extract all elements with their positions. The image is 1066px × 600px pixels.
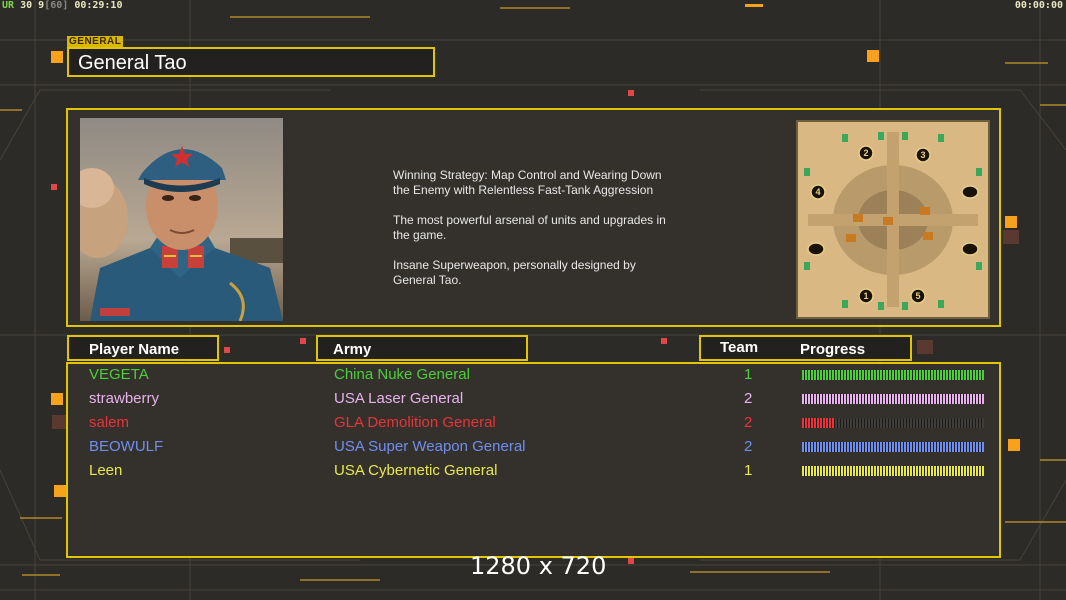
- player-name: salem: [89, 414, 130, 431]
- general-portrait: [80, 118, 283, 321]
- minimap-start-3: 3: [920, 150, 925, 160]
- player-progress-bar: [802, 466, 984, 476]
- minimap-start-2: 2: [863, 148, 868, 158]
- player-army: USA Super Weapon General: [334, 438, 526, 455]
- progress-fill: [802, 394, 984, 404]
- player-team: 2: [744, 390, 753, 407]
- header-player-name-box: Player Name: [67, 335, 219, 361]
- player-army: China Nuke General: [334, 366, 470, 383]
- player-progress-bar: [802, 442, 984, 452]
- progress-fill: [802, 370, 984, 380]
- minimap-start-1: 1: [863, 291, 868, 301]
- player-progress-bar: [802, 418, 984, 428]
- player-name: BEOWULF: [89, 438, 164, 455]
- player-team: 1: [744, 366, 753, 383]
- general-description: Winning Strategy: Map Control and Wearin…: [393, 168, 703, 303]
- minimap-start-5: 5: [915, 291, 920, 301]
- general-name: General Tao: [78, 52, 187, 74]
- header-army: Army: [333, 341, 372, 358]
- player-army: USA Cybernetic General: [334, 462, 498, 479]
- player-name: Leen: [89, 462, 123, 479]
- player-progress-bar: [802, 370, 984, 380]
- player-row: salem GLA Demolition General 2: [68, 413, 999, 435]
- player-army: GLA Demolition General: [334, 414, 496, 431]
- description-line-arsenal: The most powerful arsenal of units and u…: [393, 213, 666, 242]
- player-row: strawberry USA Laser General 2: [68, 389, 999, 411]
- description-line-superweapon: Insane Superweapon, personally designed …: [393, 258, 636, 287]
- player-team: 1: [744, 462, 753, 479]
- progress-fill: [802, 466, 984, 476]
- header-progress: Progress: [800, 341, 866, 358]
- minimap: 1 2 3 4 5: [796, 120, 990, 319]
- hud-fps-cap: [60]: [44, 0, 69, 11]
- header-army-box: Army: [316, 335, 528, 361]
- general-tag: GENERAL: [67, 36, 124, 47]
- progress-fill: [802, 418, 835, 428]
- player-team: 2: [744, 414, 753, 431]
- hud-elapsed-time: 00:29:10: [74, 0, 123, 11]
- general-title-box: General Tao: [67, 47, 435, 77]
- hud-timer: 00:00:00: [1014, 0, 1063, 11]
- hud-fps: 30: [20, 0, 33, 11]
- header-team: Team: [720, 339, 759, 356]
- player-list: VEGETA China Nuke General 1 strawberry U…: [66, 362, 1001, 558]
- player-row: VEGETA China Nuke General 1: [68, 365, 999, 387]
- player-team: 2: [744, 438, 753, 455]
- player-name: VEGETA: [89, 366, 149, 383]
- minimap-start-4: 4: [815, 187, 820, 197]
- header-team-progress-box: Team Progress: [699, 335, 912, 361]
- progress-fill: [802, 442, 984, 452]
- player-row: Leen USA Cybernetic General 1: [68, 461, 999, 483]
- description-line-strategy: Winning Strategy: Map Control and Wearin…: [393, 168, 662, 197]
- resolution-label: 1280 x 720: [470, 552, 607, 580]
- hud-stats: UR 30 9[60] 00:29:10: [2, 0, 122, 11]
- player-name: strawberry: [89, 390, 160, 407]
- player-army: USA Laser General: [334, 390, 464, 407]
- player-progress-bar: [802, 394, 984, 404]
- header-player-name: Player Name: [89, 341, 180, 358]
- player-row: BEOWULF USA Super Weapon General 2: [68, 437, 999, 459]
- general-info-panel: Winning Strategy: Map Control and Wearin…: [66, 108, 1001, 327]
- hud-rank: UR: [2, 0, 15, 11]
